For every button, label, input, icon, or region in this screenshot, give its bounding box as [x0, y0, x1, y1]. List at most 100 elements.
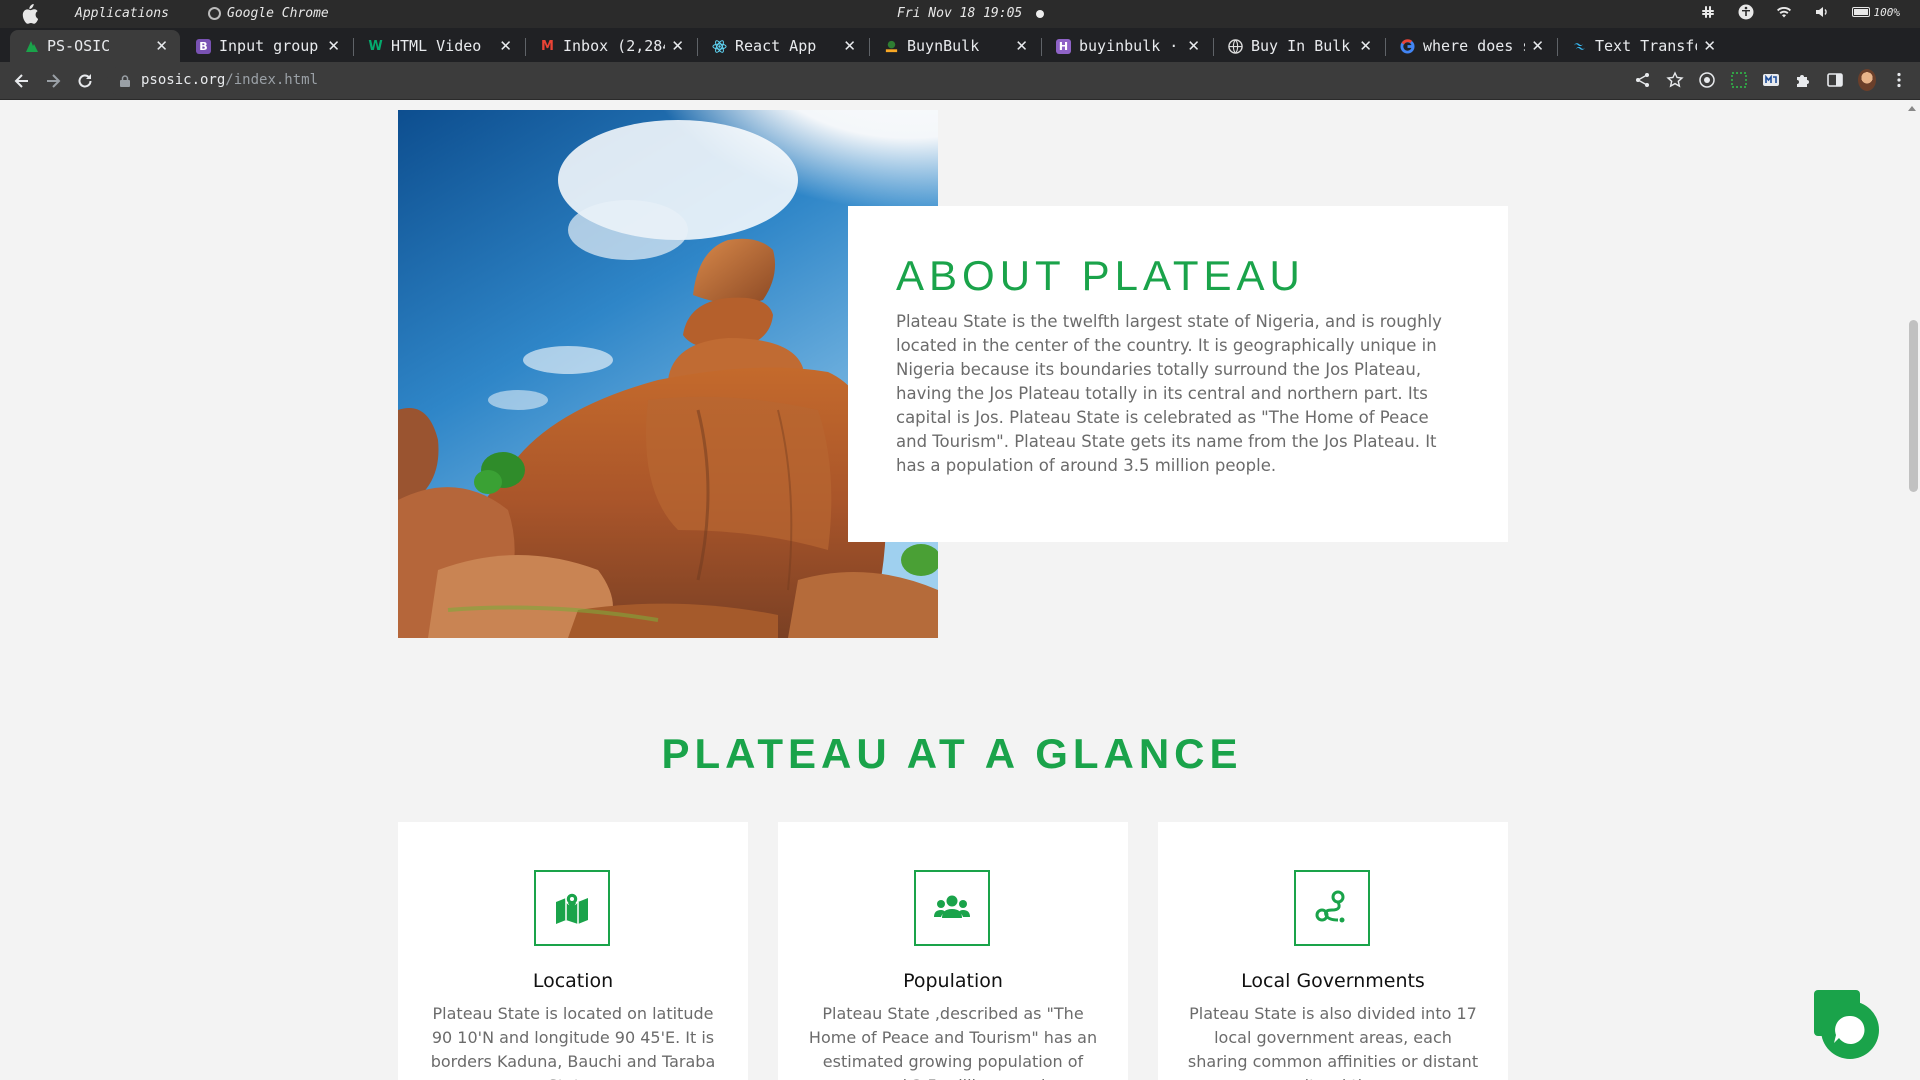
menu-button[interactable] [1890, 71, 1908, 89]
close-icon[interactable]: ✕ [1359, 37, 1372, 55]
close-icon[interactable]: ✕ [499, 37, 512, 55]
dotted-frame-icon [1731, 72, 1747, 88]
url-text[interactable]: psosic.org/index.html [141, 72, 318, 88]
reload-icon [78, 74, 92, 88]
puzzle-icon [1797, 75, 1809, 87]
local-governments-icon-box [1294, 870, 1370, 946]
tab-buy-in-bulk[interactable]: Buy In Bulk ✕ [1214, 30, 1384, 62]
globe-icon [1228, 38, 1243, 54]
bootstrap-icon: B [196, 38, 211, 54]
forward-button[interactable] [43, 71, 63, 91]
toolbar-actions [1634, 69, 1908, 91]
forward-arrow-icon [47, 74, 61, 88]
extension-button[interactable] [1762, 71, 1780, 89]
share-button[interactable] [1634, 71, 1652, 89]
url-host: psosic.org [141, 72, 226, 88]
m-extension-icon [1763, 74, 1779, 86]
tab-react-app[interactable]: React App ✕ [698, 30, 868, 62]
battery-indicator[interactable]: 100% [1851, 6, 1900, 19]
tab-buyinbulk-heroku[interactable]: H buyinbulk · ✕ [1042, 30, 1212, 62]
apple-logo-icon[interactable] [20, 4, 38, 24]
tab-title: PS-OSIC [47, 37, 111, 55]
card-text: Plateau State ,described as "The Home of… [808, 1004, 1098, 1080]
star-icon [1666, 71, 1684, 88]
extensions-button[interactable] [1794, 71, 1812, 89]
side-panel-button[interactable] [1826, 71, 1844, 89]
wifi-icon[interactable] [1776, 4, 1792, 20]
tab-title: Buy In Bulk [1251, 37, 1351, 55]
close-icon[interactable]: ✕ [671, 37, 684, 55]
chat-widget-button[interactable] [1814, 990, 1880, 1060]
location-icon-box [534, 870, 610, 946]
card-title: Local Governments [1241, 970, 1425, 992]
clock[interactable]: Fri Nov 18 19:05 [897, 6, 1022, 21]
tab-ps-osic[interactable]: PS-OSIC ✕ [10, 30, 180, 62]
tailwind-icon [1572, 39, 1587, 54]
avatar [1858, 69, 1876, 91]
close-icon[interactable]: ✕ [1531, 37, 1544, 55]
address-bar[interactable]: psosic.org/index.html [107, 66, 1707, 96]
tab-input-group[interactable]: B Input group ✕ [182, 30, 352, 62]
profile-button[interactable] [1858, 69, 1876, 91]
close-icon[interactable]: ✕ [327, 37, 340, 55]
w3schools-icon: W [368, 38, 383, 54]
volume-icon[interactable] [1814, 4, 1830, 20]
population-icon-box [914, 870, 990, 946]
about-description: Plateau State is the twelfth largest sta… [896, 312, 1442, 475]
extension-button[interactable] [1698, 71, 1716, 89]
route-icon [1315, 890, 1345, 923]
card-text: Plateau State is located on latitude 90 … [430, 1004, 716, 1080]
plateau-logo-icon [24, 39, 39, 54]
close-icon[interactable]: ✕ [1187, 37, 1200, 55]
extension-button[interactable] [1730, 71, 1748, 89]
close-icon[interactable]: ✕ [1015, 37, 1028, 55]
page-scrollbar[interactable] [1904, 100, 1920, 1080]
scrollbar-thumb[interactable] [1909, 320, 1918, 492]
lock-icon[interactable] [120, 75, 130, 87]
buynbulk-icon [884, 39, 899, 54]
os-top-bar: Applications Google Chrome Fri Nov 18 19… [0, 0, 1920, 28]
google-icon [1400, 38, 1415, 54]
card-title: Population [903, 970, 1003, 992]
map-icon [556, 892, 588, 924]
accessibility-icon[interactable] [1738, 4, 1754, 20]
scroll-up-arrow-icon[interactable] [1908, 106, 1916, 111]
side-panel-icon [1827, 73, 1843, 87]
about-card: ABOUT PLATEAU Plateau State is the twelf… [848, 206, 1508, 542]
tab-google-search[interactable]: where does s ✕ [1386, 30, 1556, 62]
tab-title: Text Transfo [1595, 37, 1698, 55]
close-icon[interactable]: ✕ [1703, 37, 1716, 55]
users-icon [934, 895, 970, 918]
active-app-menu[interactable]: Google Chrome [208, 6, 329, 21]
browser-toolbar: psosic.org/index.html [0, 62, 1920, 100]
back-arrow-icon [14, 74, 28, 88]
card-title: Location [532, 970, 614, 992]
tab-strip: PS-OSIC ✕ B Input group ✕ W HTML Video ✕… [0, 28, 1920, 82]
gmail-icon: M [541, 38, 554, 54]
tab-html-video[interactable]: W HTML Video ✕ [354, 30, 524, 62]
tab-inbox[interactable]: M Inbox (2,284 ✕ [526, 30, 696, 62]
tab-buynbulk[interactable]: BuynBulk ✕ [870, 30, 1040, 62]
url-path: /index.html [225, 72, 319, 88]
population-card: Population Plateau State ,described as "… [778, 822, 1128, 1080]
target-icon [1699, 72, 1715, 88]
notification-dot-icon [1036, 10, 1044, 18]
slack-icon[interactable] [1700, 4, 1716, 20]
tab-title: Input group [219, 37, 319, 55]
close-icon[interactable]: ✕ [155, 37, 168, 55]
applications-menu[interactable]: Applications [75, 6, 169, 21]
tab-text-transform[interactable]: Text Transfo ✕ [1558, 30, 1728, 62]
tab-title: buyinbulk · [1079, 37, 1179, 55]
reload-button[interactable] [75, 71, 95, 91]
bookmark-button[interactable] [1666, 71, 1684, 89]
more-vertical-icon [1897, 72, 1901, 88]
heroku-icon: H [1056, 38, 1071, 54]
tab-title: BuynBulk [907, 37, 980, 55]
back-button[interactable] [12, 71, 32, 91]
share-icon [1636, 73, 1649, 87]
close-icon[interactable]: ✕ [843, 37, 856, 55]
glance-heading: PLATEAU AT A GLANCE [661, 730, 1243, 777]
react-icon [712, 39, 727, 54]
active-app-label: Google Chrome [227, 6, 329, 21]
tab-title: HTML Video [391, 37, 482, 55]
